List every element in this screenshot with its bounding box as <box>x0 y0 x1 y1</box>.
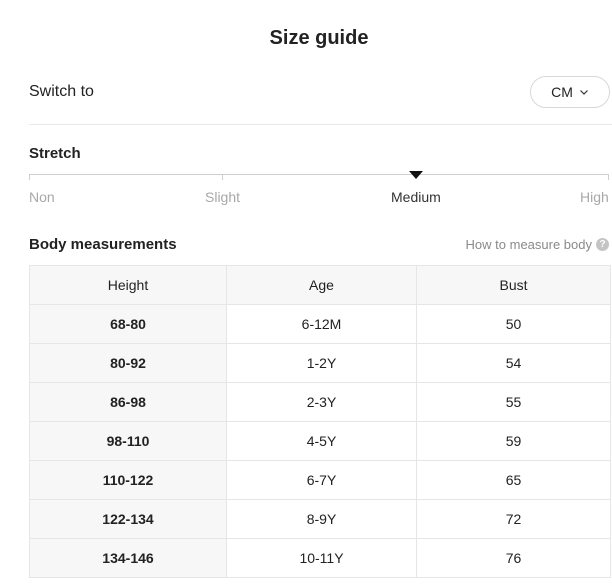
chevron-down-icon <box>579 90 588 95</box>
stretch-tick-high <box>608 174 609 180</box>
page-title: Size guide <box>269 27 369 49</box>
age-cell: 10-11Y <box>226 538 417 578</box>
stretch-pointer-icon <box>409 171 423 179</box>
age-cell: 6-7Y <box>226 460 417 500</box>
age-cell: 1-2Y <box>226 343 417 383</box>
bust-cell: 55 <box>416 382 611 422</box>
body-measurements-title: Body measurements <box>29 236 177 253</box>
table-row: 98-110 4-5Y 59 <box>29 421 611 461</box>
how-to-measure-label: How to measure body <box>465 237 592 252</box>
height-cell: 80-92 <box>29 343 227 383</box>
table-row: 86-98 2-3Y 55 <box>29 382 611 422</box>
stretch-level-non: Non <box>29 189 55 205</box>
height-cell: 68-80 <box>29 304 227 344</box>
height-cell: 86-98 <box>29 382 227 422</box>
table-row: 134-146 10-11Y 76 <box>29 538 611 578</box>
age-cell: 8-9Y <box>226 499 417 539</box>
size-table: Height Age Bust 68-80 6-12M 50 80-92 1-2… <box>29 265 611 578</box>
table-row: 80-92 1-2Y 54 <box>29 343 611 383</box>
height-cell: 134-146 <box>29 538 227 578</box>
stretch-tick-slight <box>222 174 223 180</box>
column-header-height: Height <box>29 265 227 305</box>
stretch-scale-line <box>29 174 609 175</box>
bust-cell: 59 <box>416 421 611 461</box>
question-icon: ? <box>596 238 609 251</box>
unit-value: CM <box>551 84 573 100</box>
age-cell: 4-5Y <box>226 421 417 461</box>
table-header-row: Height Age Bust <box>29 265 611 305</box>
age-cell: 2-3Y <box>226 382 417 422</box>
unit-dropdown[interactable]: CM <box>530 76 610 108</box>
stretch-tick-non <box>29 174 30 180</box>
body-measurements-header: Body measurements How to measure body ? <box>29 236 609 256</box>
bust-cell: 50 <box>416 304 611 344</box>
how-to-measure-link[interactable]: How to measure body ? <box>466 237 609 252</box>
table-row: 68-80 6-12M 50 <box>29 304 611 344</box>
unit-switch-row: Switch to CM <box>29 76 610 110</box>
column-header-age: Age <box>226 265 417 305</box>
age-cell: 6-12M <box>226 304 417 344</box>
stretch-level-high: High <box>580 189 609 205</box>
table-row: 122-134 8-9Y 72 <box>29 499 611 539</box>
switch-label: Switch to <box>29 83 94 100</box>
table-row: 110-122 6-7Y 65 <box>29 460 611 500</box>
height-cell: 98-110 <box>29 421 227 461</box>
stretch-scale: Non Slight Medium High <box>29 168 610 208</box>
column-header-bust: Bust <box>416 265 611 305</box>
stretch-level-slight: Slight <box>205 189 241 205</box>
divider <box>29 124 612 125</box>
bust-cell: 76 <box>416 538 611 578</box>
height-cell: 122-134 <box>29 499 227 539</box>
height-cell: 110-122 <box>29 460 227 500</box>
bust-cell: 72 <box>416 499 611 539</box>
stretch-level-medium: Medium <box>391 189 441 205</box>
bust-cell: 65 <box>416 460 611 500</box>
stretch-label: Stretch <box>29 145 81 162</box>
bust-cell: 54 <box>416 343 611 383</box>
